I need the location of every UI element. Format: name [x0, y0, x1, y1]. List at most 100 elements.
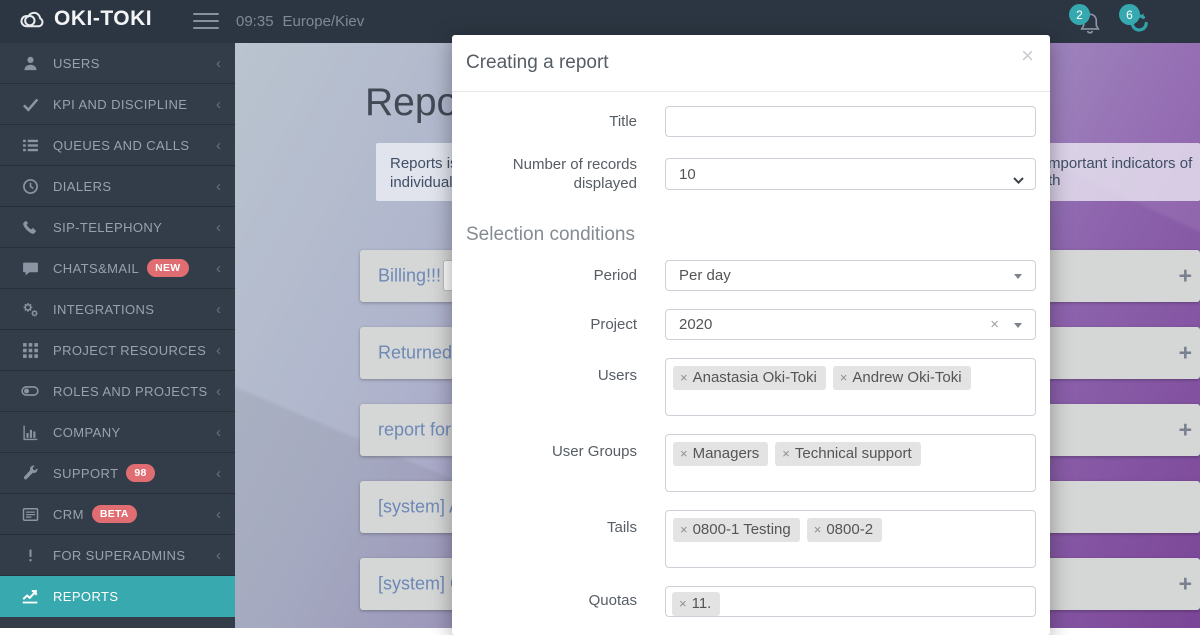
field-row-records: Number of records displayed 10 — [452, 155, 1050, 193]
sidebar-item-kpi-and-discipline[interactable]: KPI AND DISCIPLINE‹ — [0, 84, 235, 125]
sidebar-badge: 98 — [126, 464, 154, 482]
tag-label: Andrew Oki-Toki — [852, 369, 961, 386]
remove-tag-icon[interactable]: × — [680, 446, 688, 461]
sidebar-item-roles-and-projects[interactable]: ROLES AND PROJECTS‹ — [0, 371, 235, 412]
sidebar-item-integrations[interactable]: INTEGRATIONS‹ — [0, 289, 235, 330]
report-title-link[interactable]: Billing!!! — [378, 266, 441, 287]
tag[interactable]: × Technical support — [775, 442, 920, 466]
period-dropdown[interactable]: Per day — [665, 260, 1036, 291]
tag-label: 0800-2 — [826, 521, 873, 538]
tag[interactable]: × 0800-2 — [807, 518, 882, 542]
sidebar-item-project-resources[interactable]: PROJECT RESOURCES‹ — [0, 330, 235, 371]
project-label: Project — [452, 315, 637, 334]
remove-tag-icon[interactable]: × — [814, 522, 822, 537]
sidebar: USERS‹KPI AND DISCIPLINE‹QUEUES AND CALL… — [0, 43, 235, 628]
tag[interactable]: ×Anastasia Oki-Toki — [673, 366, 826, 390]
period-label: Period — [452, 266, 637, 285]
sidebar-badge: BETA — [92, 505, 137, 523]
clear-selection-icon[interactable]: × — [990, 316, 999, 333]
field-row-title: Title — [452, 106, 1050, 137]
tag[interactable]: × Andrew Oki-Toki — [833, 366, 971, 390]
sidebar-item-queues-and-calls[interactable]: QUEUES AND CALLS ‹ — [0, 125, 235, 166]
notifications-bell[interactable]: 2 — [1077, 11, 1103, 42]
sidebar-item-label: USERS — [53, 56, 100, 71]
sidebar-item-dialers[interactable]: DIALERS ‹ — [0, 166, 235, 207]
tag-label: Managers — [693, 445, 760, 462]
add-icon[interactable]: + — [1179, 417, 1192, 444]
remove-tag-icon[interactable]: × — [679, 596, 687, 611]
sidebar-item-reports[interactable]: REPORTS — [0, 576, 235, 617]
tails-multiselect[interactable]: ×0800-1 Testing×0800-2 — [665, 510, 1036, 568]
sidebar-item-label: KPI AND DISCIPLINE — [53, 97, 187, 112]
add-icon[interactable]: + — [1179, 571, 1192, 598]
tag[interactable]: × Managers — [673, 442, 768, 466]
remove-tag-icon[interactable]: × — [680, 370, 688, 385]
sidebar-item-crm[interactable]: CRMBETA‹ — [0, 494, 235, 535]
quotas-multiselect[interactable]: × 11. — [665, 586, 1036, 617]
sidebar-item-users[interactable]: USERS‹ — [0, 43, 235, 84]
records-label: Number of records displayed — [452, 155, 637, 193]
sidebar-item-label: DIALERS — [53, 179, 111, 194]
report-title-link[interactable]: Returned — [378, 343, 452, 364]
field-row-quotas: Quotas ×11. — [452, 586, 1050, 617]
list-icon — [20, 137, 40, 154]
sidebar-item-label: ROLES AND PROJECTS — [53, 384, 208, 399]
report-title-link[interactable]: [system] C — [378, 574, 463, 595]
user-groups-label: User Groups — [452, 442, 637, 461]
users-multiselect[interactable]: ×Anastasia Oki-Toki×Andrew Oki-Toki — [665, 358, 1036, 416]
tag[interactable]: × 11. — [672, 592, 720, 616]
remove-tag-icon[interactable]: × — [840, 370, 848, 385]
field-row-project: Project 2020 × — [452, 309, 1050, 340]
chevron-left-icon: ‹ — [216, 506, 221, 523]
report-title-link[interactable]: [system] A — [378, 497, 461, 518]
records-select[interactable]: 10 — [665, 158, 1036, 190]
sidebar-item-label: FOR SUPERADMINS — [53, 548, 185, 563]
wrench-icon — [20, 465, 40, 481]
modal-title: Creating a report — [466, 52, 609, 74]
cloud-logo-icon — [18, 9, 45, 29]
chevron-left-icon: ‹ — [216, 219, 221, 236]
sidebar-badge: NEW — [147, 259, 188, 277]
create-report-modal: Creating a report × Title Number of reco… — [452, 35, 1050, 635]
time-value: 09:35 — [236, 13, 274, 30]
history-count-badge: 6 — [1119, 4, 1140, 25]
tag-label: Technical support — [795, 445, 912, 462]
sidebar-item-label: QUEUES AND CALLS — [53, 138, 189, 153]
title-input[interactable] — [665, 106, 1036, 137]
project-dropdown[interactable]: 2020 × — [665, 309, 1036, 340]
users-label: Users — [452, 366, 637, 385]
clock-icon — [20, 178, 40, 195]
brand[interactable]: OKI-TOKI — [18, 7, 152, 31]
remove-tag-icon[interactable]: × — [680, 522, 688, 537]
tag[interactable]: ×0800-1 Testing — [673, 518, 800, 542]
chevron-left-icon: ‹ — [216, 137, 221, 154]
sidebar-item-company[interactable]: COMPANY‹ — [0, 412, 235, 453]
user-groups-multiselect[interactable]: × Managers × Technical support — [665, 434, 1036, 492]
tag-label: 11. — [692, 595, 712, 612]
title-label: Title — [452, 112, 637, 131]
chevron-left-icon: ‹ — [216, 301, 221, 318]
add-icon[interactable]: + — [1179, 340, 1192, 367]
chevron-left-icon: ‹ — [216, 178, 221, 195]
exclaim-icon — [20, 548, 40, 563]
sidebar-item-chats-mail[interactable]: CHATS&MAILNEW‹ — [0, 248, 235, 289]
menu-toggle-icon[interactable] — [193, 13, 219, 34]
bars-icon — [20, 424, 40, 441]
report-title-link[interactable]: report for — [378, 420, 451, 441]
sidebar-item-label: SUPPORT — [53, 466, 118, 481]
brand-text: OKI-TOKI — [54, 7, 152, 31]
sidebar-item-for-superadmins[interactable]: FOR SUPERADMINS‹ — [0, 535, 235, 576]
close-icon[interactable]: × — [1021, 45, 1034, 67]
dropdown-arrow-icon — [1014, 274, 1022, 279]
section-heading: Selection conditions — [466, 224, 1050, 246]
gears-icon — [20, 301, 40, 318]
sidebar-item-label: CHATS&MAIL — [53, 261, 139, 276]
sidebar-item-sip-telephony[interactable]: SIP-TELEPHONY‹ — [0, 207, 235, 248]
recent-activity-button[interactable]: 6 — [1127, 11, 1151, 40]
period-selected-value: Per day — [679, 267, 731, 284]
chartline-icon — [20, 587, 40, 605]
tails-label: Tails — [452, 518, 637, 537]
remove-tag-icon[interactable]: × — [782, 446, 790, 461]
sidebar-item-support[interactable]: SUPPORT98‹ — [0, 453, 235, 494]
add-icon[interactable]: + — [1179, 263, 1192, 290]
